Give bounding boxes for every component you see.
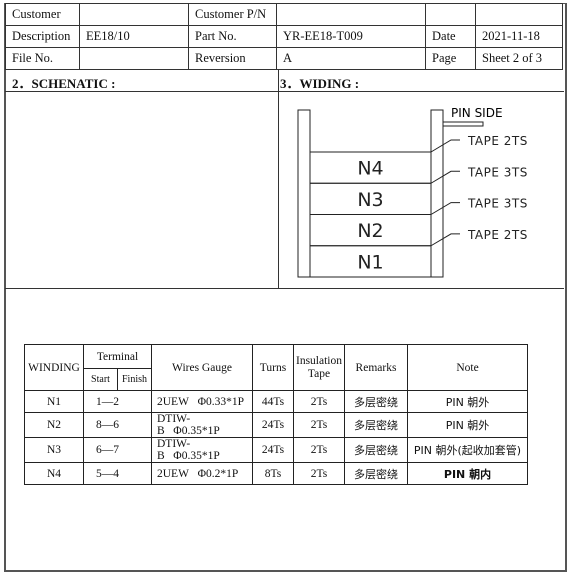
- wire-gauge-cell: 2UEW Φ0.33*1P: [151, 390, 253, 413]
- wire-gauge-cell: DTIW-B Φ0.35*1P: [151, 412, 253, 438]
- header-terminal: Terminal: [83, 344, 152, 369]
- header-row: File No. Reversion A Page Sheet 2 of 3: [5, 47, 563, 70]
- turns-cell: 24Ts: [252, 437, 294, 463]
- page-value: Sheet 2 of 3: [475, 47, 563, 70]
- winding-spec-table: WINDING Terminal Wires Gauge Turns Insul…: [24, 344, 528, 485]
- winding-diagram: PIN SIDE N4 N3 N2 N1 TAPE 2TS TAPE 3TS TAPE 3…: [297, 106, 528, 278]
- customer-pn-label: Customer P/N: [188, 3, 277, 26]
- tape-cell: 2Ts: [293, 412, 345, 438]
- note-cell: PIN 朝外: [407, 412, 528, 438]
- description-value: EE18/10: [79, 25, 189, 48]
- note-cell: PIN 朝外(起收加套管): [407, 437, 528, 463]
- page-label: Page: [425, 47, 476, 70]
- tape-leader-line: [430, 233, 460, 247]
- bobbin-right-wall: [430, 109, 444, 278]
- terminal-cell: 1—2: [83, 390, 152, 413]
- table-row: N4 5—4 2UEW Φ0.2*1P 8Ts 2Ts 多层密绕 PIN 朝内: [24, 462, 528, 485]
- tape-label: TAPE 2TS: [467, 134, 528, 148]
- remarks-cell: 多层密绕: [344, 390, 408, 413]
- wire-type: 2UEW: [157, 467, 189, 480]
- pin-side-marker: [442, 121, 484, 127]
- description-label: Description: [5, 25, 80, 48]
- wire-size: Φ0.2*1P: [197, 467, 239, 480]
- header-row: Description EE18/10 Part No. YR-EE18-T00…: [5, 25, 563, 48]
- schematic-section-title: 2．SCHENATIC :: [12, 76, 116, 91]
- tape-cell: 2Ts: [293, 462, 345, 485]
- wire-gauge-cell: DTIW-B Φ0.35*1P: [151, 437, 253, 463]
- table-header-row: WINDING Terminal Wires Gauge Turns Insul…: [24, 344, 528, 391]
- tape-cell: 2Ts: [293, 437, 345, 463]
- winding-layer-label: N3: [357, 189, 383, 211]
- winding-layer-label: N2: [357, 220, 383, 242]
- winding-cell: N3: [24, 437, 84, 463]
- header-note: Note: [407, 344, 528, 391]
- wire-size: Φ0.35*1P: [173, 425, 220, 437]
- winding-layer-label: N4: [357, 158, 383, 180]
- blank-value: [475, 3, 563, 26]
- terminal-cell: 5—4: [83, 462, 152, 485]
- turns-cell: 44Ts: [252, 390, 294, 413]
- customer-pn-value: [276, 3, 426, 26]
- pin-side-label: PIN SIDE: [451, 106, 503, 120]
- winding-layer-label: N1: [357, 251, 383, 273]
- file-no-value: [79, 47, 189, 70]
- tape-leader-line: [430, 139, 460, 153]
- customer-label: Customer: [5, 3, 80, 26]
- date-value: 2021-11-18: [475, 25, 563, 48]
- reversion-value: A: [276, 47, 426, 70]
- wire-size: Φ0.35*1P: [173, 450, 220, 462]
- terminal-cell: 6—7: [83, 437, 152, 463]
- bobbin-left-wall: [297, 109, 311, 278]
- turns-cell: 8Ts: [252, 462, 294, 485]
- header-insulation-tape: Insulation Tape: [293, 344, 345, 391]
- remarks-cell: 多层密绕: [344, 412, 408, 438]
- header-remarks: Remarks: [344, 344, 408, 391]
- tape-leader-line: [430, 170, 460, 184]
- schematic-area: [6, 92, 277, 287]
- turns-cell: 24Ts: [252, 412, 294, 438]
- table-row: N1 1—2 2UEW Φ0.33*1P 44Ts 2Ts 多层密绕 PIN 朝外: [24, 390, 528, 413]
- wire-gauge-cell: 2UEW Φ0.2*1P: [151, 462, 253, 485]
- winding-cell: N1: [24, 390, 84, 413]
- date-label: Date: [425, 25, 476, 48]
- tape-label: TAPE 3TS: [467, 165, 528, 179]
- header-winding: WINDING: [24, 344, 84, 391]
- file-no-label: File No.: [5, 47, 80, 70]
- winding-cell: N2: [24, 412, 84, 438]
- table-row: N3 6—7 DTIW-B Φ0.35*1P 24Ts 2Ts 多层密绕 PIN 朝外(起收…: [24, 437, 528, 463]
- winding-cell: N4: [24, 462, 84, 485]
- part-no-label: Part No.: [188, 25, 277, 48]
- tape-cell: 2Ts: [293, 390, 345, 413]
- wire-size: Φ0.33*1P: [197, 395, 244, 408]
- tape-label: TAPE 3TS: [467, 197, 528, 211]
- section-bottom-divider: [5, 288, 564, 289]
- remarks-cell: 多层密绕: [344, 437, 408, 463]
- note-cell: PIN 朝内: [407, 462, 528, 485]
- header-wires-gauge: Wires Gauge: [151, 344, 253, 391]
- blank-label: [425, 3, 476, 26]
- wire-type: 2UEW: [157, 395, 189, 408]
- terminal-cell: 8—6: [83, 412, 152, 438]
- remarks-cell: 多层密绕: [344, 462, 408, 485]
- header-finish: Finish: [117, 368, 152, 391]
- note-cell: PIN 朝外: [407, 390, 528, 413]
- part-no-value: YR-EE18-T009: [276, 25, 426, 48]
- table-row: N2 8—6 DTIW-B Φ0.35*1P 24Ts 2Ts 多层密绕 PIN 朝外: [24, 412, 528, 438]
- reversion-label: Reversion: [188, 47, 277, 70]
- header-turns: Turns: [252, 344, 294, 391]
- winding-section-title: 3．WIDING :: [280, 76, 360, 91]
- customer-value: [79, 3, 189, 26]
- tape-leader-line: [430, 202, 460, 215]
- header-start: Start: [83, 368, 118, 391]
- header-row: Customer Customer P/N: [5, 3, 563, 26]
- tape-label: TAPE 2TS: [467, 228, 528, 242]
- header-info-table: Customer Customer P/N Description EE18/1…: [5, 3, 563, 70]
